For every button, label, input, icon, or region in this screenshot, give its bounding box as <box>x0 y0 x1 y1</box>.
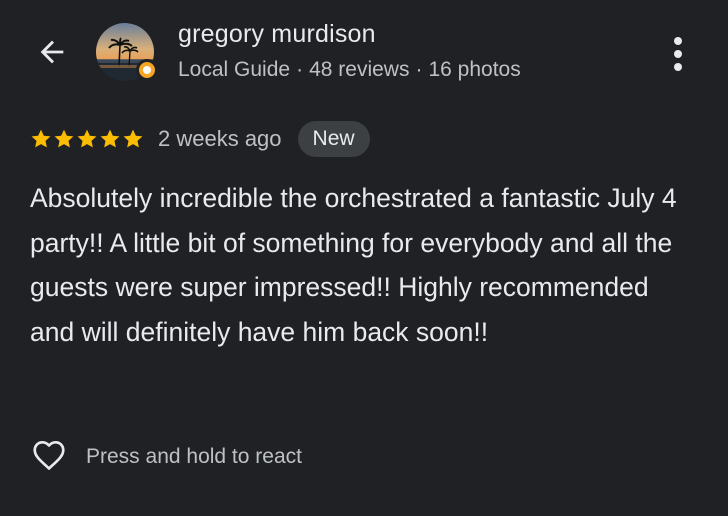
heart-outline-icon <box>30 436 68 479</box>
star-icon <box>100 129 120 148</box>
react-button[interactable] <box>30 438 68 476</box>
star-rating <box>30 128 144 150</box>
arrow-back-icon <box>35 35 69 74</box>
back-button[interactable] <box>30 32 74 76</box>
local-guide-badge-icon <box>136 59 158 81</box>
more-options-button[interactable] <box>664 34 692 74</box>
reviewer-name[interactable]: gregory murdison <box>178 20 376 49</box>
more-vertical-icon <box>674 37 682 45</box>
new-badge: New <box>297 121 370 157</box>
more-vertical-icon-dot <box>674 50 682 58</box>
react-row: Press and hold to react <box>30 436 302 478</box>
star-icon <box>54 129 74 148</box>
reviewer-avatar[interactable] <box>96 23 158 81</box>
rating-row: 2 weeks ago New <box>30 120 370 158</box>
star-icon <box>123 129 143 148</box>
star-icon <box>77 129 97 148</box>
reviewer-meta: Local Guide · 48 reviews · 16 photos <box>178 58 521 82</box>
photos-count: 16 photos <box>428 58 521 81</box>
local-guide-label: Local Guide <box>178 58 291 81</box>
review-time: 2 weeks ago <box>158 126 282 151</box>
meta-separator: · <box>415 58 423 81</box>
meta-separator: · <box>296 58 304 81</box>
star-icon <box>31 129 51 148</box>
review-text: Absolutely incredible the orchestrated a… <box>30 183 677 347</box>
more-vertical-icon-dot <box>674 63 682 71</box>
react-prompt: Press and hold to react <box>86 445 302 468</box>
reviews-count: 48 reviews <box>309 58 410 81</box>
